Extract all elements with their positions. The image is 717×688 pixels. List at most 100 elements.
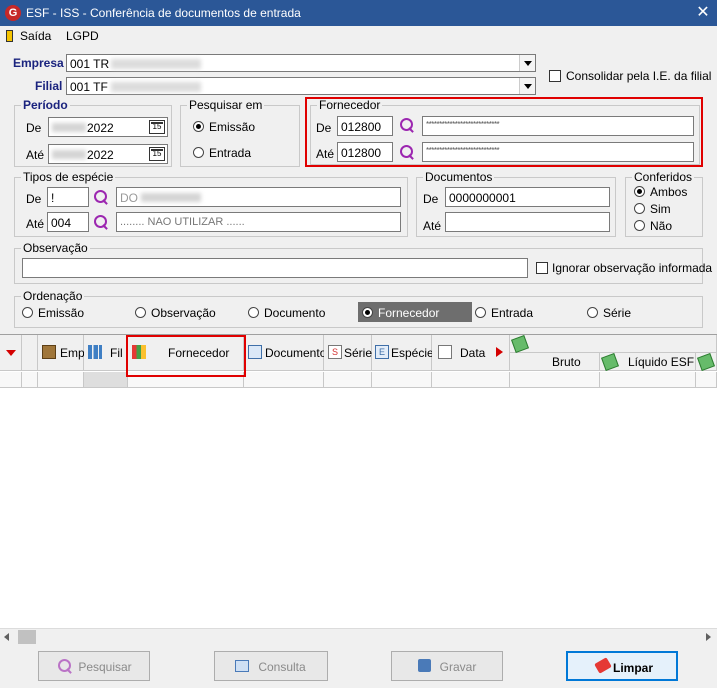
radio-pesquisar-entrada[interactable] <box>193 147 204 158</box>
ignorar-observacao-checkbox[interactable] <box>536 262 548 274</box>
menu-item-saida[interactable]: Saída <box>20 29 51 43</box>
tipos-especie-title: Tipos de espécie <box>21 170 116 184</box>
window-title: ESF - ISS - Conferência de documentos de… <box>26 6 301 20</box>
filial-select[interactable]: 001 TF <box>66 77 536 95</box>
table-row[interactable] <box>84 372 128 388</box>
books-icon <box>42 345 56 359</box>
scroll-left-icon[interactable] <box>4 633 9 641</box>
tipos-ate-desc: ........ NAO UTILIZAR ...... <box>116 212 401 232</box>
col-header-bruto[interactable]: Bruto <box>510 353 600 371</box>
col-header-documento[interactable]: Documento <box>244 335 326 371</box>
pesquisar-button[interactable]: Pesquisar <box>38 651 150 681</box>
table-row[interactable] <box>22 372 38 388</box>
blank-header <box>22 335 38 371</box>
calendar-icon[interactable]: 15 <box>149 120 165 134</box>
table-row[interactable] <box>432 372 510 388</box>
col-header-liquido[interactable]: Líquido ESF <box>600 353 696 371</box>
search-icon[interactable] <box>399 144 415 160</box>
fornecedor-de-name: **************************** <box>422 116 694 136</box>
sort-down-icon[interactable] <box>6 350 16 356</box>
tipos-ate-label: Até <box>26 217 45 231</box>
close-icon[interactable]: ✕ <box>689 0 717 26</box>
menu-item-lgpd[interactable]: LGPD <box>66 29 99 43</box>
radio-conferidos-sim-label: Sim <box>650 202 671 216</box>
radio-ord-documento-label: Documento <box>264 306 326 320</box>
empresa-select[interactable]: 001 TR <box>66 54 536 72</box>
search-icon[interactable] <box>93 214 109 230</box>
col-header-emp[interactable]: Emp <box>38 335 85 371</box>
app-logo-icon: G <box>5 5 21 21</box>
scroll-right-icon[interactable] <box>706 633 711 641</box>
scrollbar-thumb[interactable] <box>18 630 36 644</box>
radio-ord-emissao-label: Emissão <box>38 306 85 320</box>
fornecedor-de-code[interactable]: 012800 <box>337 116 393 136</box>
building-icon <box>88 345 102 359</box>
radio-ord-entrada[interactable] <box>475 307 486 318</box>
ordenacao-title: Ordenação <box>21 289 85 303</box>
consulta-button[interactable]: Consulta <box>214 651 328 681</box>
table-row[interactable] <box>372 372 432 388</box>
radio-ord-fornecedor-label: Fornecedor <box>378 306 440 320</box>
col-header-data[interactable]: Data <box>432 335 510 371</box>
money-icon <box>511 335 529 353</box>
radio-pesquisar-entrada-label: Entrada <box>209 146 252 160</box>
documentos-de-input[interactable]: 0000000001 <box>445 187 610 207</box>
chevron-down-icon[interactable] <box>519 78 535 94</box>
exit-door-icon <box>6 30 13 42</box>
periodo-de-label: De <box>26 121 42 135</box>
periodo-ate-input[interactable]: 2022 15 <box>48 144 168 164</box>
table-row[interactable] <box>244 372 324 388</box>
highlight-fornecedor-column <box>126 335 246 377</box>
fornecedor-ate-code[interactable]: 012800 <box>337 142 393 162</box>
table-row[interactable] <box>38 372 84 388</box>
radio-ord-serie[interactable] <box>587 307 598 318</box>
table-row[interactable] <box>0 372 22 388</box>
col-header-especie[interactable]: E Espécie <box>372 335 434 371</box>
pesquisar-em-title: Pesquisar em <box>187 98 265 112</box>
ignorar-observacao-label: Ignorar observação informada <box>552 261 713 275</box>
radio-ord-fornecedor[interactable] <box>362 307 373 318</box>
fornecedor-ate-label: Até <box>316 147 335 161</box>
radio-pesquisar-emissao[interactable] <box>193 121 204 132</box>
search-icon[interactable] <box>399 117 415 133</box>
observacao-input[interactable] <box>22 258 528 278</box>
table-row[interactable] <box>324 372 372 388</box>
col-header-fil[interactable]: Fil <box>84 335 128 371</box>
calendar-icon[interactable]: 15 <box>149 147 165 161</box>
type-icon: E <box>375 345 389 359</box>
gravar-button[interactable]: Gravar <box>391 651 503 681</box>
periodo-de-input[interactable]: 2022 15 <box>48 117 168 137</box>
tipos-de-code[interactable]: ! <box>47 187 89 207</box>
scroll-right-icon[interactable] <box>496 347 503 357</box>
table-row[interactable] <box>600 372 696 388</box>
fornecedor-de-label: De <box>316 121 332 135</box>
col-header-serie[interactable]: S Série <box>324 335 372 371</box>
tipos-de-desc: DO <box>116 187 401 207</box>
radio-ord-documento[interactable] <box>248 307 259 318</box>
col-header-next[interactable] <box>696 353 717 371</box>
radio-ord-observacao[interactable] <box>135 307 146 318</box>
consolidar-checkbox[interactable] <box>549 70 561 82</box>
radio-ord-emissao[interactable] <box>22 307 33 318</box>
documentos-ate-input[interactable] <box>445 212 610 232</box>
documentos-de-label: De <box>423 192 439 206</box>
row-indicator-header <box>0 335 22 371</box>
documentos-title: Documentos <box>423 170 495 184</box>
radio-conferidos-ambos[interactable] <box>634 186 645 197</box>
tipos-ate-code[interactable]: 004 <box>47 212 89 232</box>
radio-conferidos-nao[interactable] <box>634 220 645 231</box>
table-row[interactable] <box>510 372 600 388</box>
results-grid[interactable]: Emp Fil Fornecedor Documento S Série E E… <box>0 334 717 628</box>
radio-conferidos-ambos-label: Ambos <box>650 185 688 199</box>
horizontal-scrollbar[interactable] <box>0 628 717 645</box>
limpar-button[interactable]: Limpar <box>566 651 678 681</box>
filial-label: Filial <box>35 79 63 93</box>
observacao-title: Observação <box>21 241 90 255</box>
money-icon <box>601 353 619 371</box>
search-icon[interactable] <box>93 189 109 205</box>
radio-conferidos-sim[interactable] <box>634 203 645 214</box>
chevron-down-icon[interactable] <box>519 55 535 71</box>
table-row[interactable] <box>696 372 717 388</box>
series-icon: S <box>328 345 342 359</box>
radio-ord-observacao-label: Observação <box>151 306 216 320</box>
